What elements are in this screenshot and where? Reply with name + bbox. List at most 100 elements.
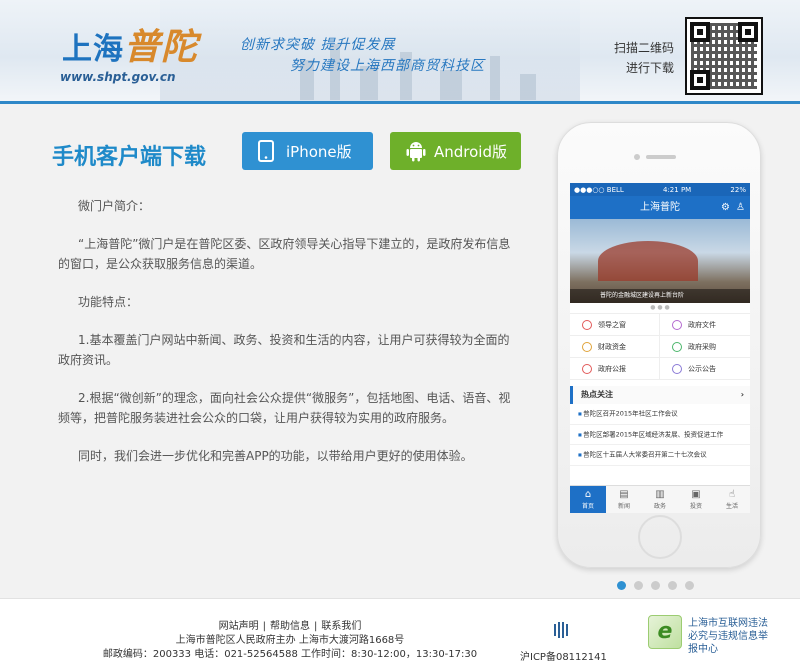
phone-menu-label: 政府公报 [598,364,626,373]
hot-topics-header: 热点关注 › [570,386,750,404]
phone-tab-label: 新闻 [617,503,630,510]
phone-menu-label: 领导之窗 [598,320,626,329]
book-icon: ▥ [655,489,665,500]
status-carrier: ●●●○○ BELL [574,185,624,194]
logo-main-text: 上海 [62,32,124,67]
footer: 网站声明 | 帮助信息 | 联系我们 上海市普陀区人民政府主办 上海市大渡河路1668号… [0,598,800,668]
qr-code-icon [685,17,763,95]
logo-url: www.shpt.gov.cn [60,70,176,84]
header-divider [0,101,800,104]
android-icon [406,142,426,162]
qr-hint-line1: 扫描二维码 [613,41,674,55]
desc-paragraph: 1.基本覆盖门户网站中新闻、政务、投资和生活的内容，让用户可获得较为全面的政府资… [58,333,510,367]
hot-topic-item: 普陀区召开2015年社区工作会议 [570,404,750,425]
phone-tab-life: ☝ 生活 [714,486,750,513]
gov-emblem-icon[interactable] [553,621,569,639]
chevron-right-icon: › [740,390,744,399]
phone-camera [634,154,640,160]
iphone-download-button[interactable]: iPhone版 [242,132,373,170]
menu-item-icon [672,341,682,352]
phone-banner: 普陀的金融城区建设再上新台阶 [570,219,750,303]
skyline-building [520,74,536,100]
menu-item-icon [582,319,592,330]
phone-screen: ●●●○○ BELL 4:21 PM 22% 上海普陀 ⚙ ♙ 普陀的金融城区建… [570,183,750,513]
footer-host: 上海市普陀区人民政府主办 上海市大渡河路1668号 [175,635,405,646]
carousel-dot[interactable] [634,581,643,590]
phone-tab-label: 生活 [725,503,738,510]
phone-menu-item: 公示公告 [660,358,750,380]
phone-tab-home: ⌂ 首页 [570,486,606,513]
phone-menu-label: 公示公告 [688,364,716,373]
android-download-button[interactable]: Android版 [390,132,521,170]
phone-status-bar: ●●●○○ BELL 4:21 PM 22% [570,183,750,196]
phone-tab-news: ▤ 新闻 [606,486,642,513]
phone-tab-label: 政务 [653,503,666,510]
carousel-dot[interactable] [668,581,677,590]
status-time: 4:21 PM [663,185,692,194]
android-download-label: Android版 [434,142,507,161]
qr-hint-line2: 进行下载 [625,61,674,75]
hot-topic-item: 普陀区部署2015年区域经济发展、投资促进工作 [570,425,750,445]
banner-dots: ● ● ● [650,304,670,311]
desc-paragraph: 微门户简介： [78,199,151,213]
report-center-icon[interactable]: e [648,615,682,649]
desc-paragraph: 2.根据“微创新”的理念，面向社会公众提供“微服务”，包括地图、电话、语音、视频… [58,391,511,425]
menu-item-icon [582,363,592,374]
phone-menu-item: 领导之窗 [570,314,660,336]
carousel-dot[interactable] [651,581,660,590]
phone-menu-item: 政府文件 [660,314,750,336]
footer-contact-info: 邮政编码：200333 电话：021-52564588 工作时间：8:30-12… [102,649,478,660]
phone-menu-item: 财政资金 [570,336,660,358]
phone-tab-invest: ▣ 投资 [678,486,714,513]
hand-icon: ☝ [728,489,736,500]
phone-speaker [646,155,676,159]
slogan-line1: 创新求突破 提升促发展 [240,37,396,53]
phone-mockup: ●●●○○ BELL 4:21 PM 22% 上海普陀 ⚙ ♙ 普陀的金融城区建… [557,122,761,568]
gear-icon: ⚙ [721,202,730,213]
phone-home-button [638,515,682,559]
briefcase-icon: ▣ [691,489,701,500]
home-icon: ⌂ [584,489,592,500]
status-battery: 22% [730,185,746,194]
phone-app-bar: 上海普陀 ⚙ ♙ [570,196,750,219]
phone-menu-label: 政府文件 [688,320,716,329]
phone-menu-label: 财政资金 [598,342,626,351]
phone-menu-grid: 领导之窗 政府文件 财政资金 政府采购 政府公报 公示公告 [570,313,750,380]
report-center-link[interactable]: 上海市互联网违法必究与违规信息举报中心 [688,617,770,656]
user-icon: ♙ [736,202,745,213]
header: 上海普陀 www.shpt.gov.cn 创新求突破 提升促发展 努力建设上海西… [0,0,800,104]
phone-tab-label: 首页 [581,503,594,510]
icp-number[interactable]: 沪ICP备08112141 [520,648,607,663]
smartphone-icon [258,140,274,162]
page-title: 手机客户端下载 [52,145,207,170]
app-description: 微门户简介： “上海普陀”微门户是在普陀区委、区政府领导关心指导下建立的，是政府… [58,196,518,484]
logo-accent-text: 普陀 [124,26,199,68]
phone-menu-item: 政府采购 [660,336,750,358]
carousel-dot[interactable] [617,581,626,590]
menu-item-icon [582,341,592,352]
menu-item-icon [672,363,682,374]
slogan-line2: 努力建设上海西部商贸科技区 [290,58,485,74]
footer-links: 网站声明 | 帮助信息 | 联系我们 [0,617,580,632]
qr-hint: 扫描二维码 进行下载 [612,38,674,78]
phone-tab-bar: ⌂ 首页 ▤ 新闻 ▥ 政务 ▣ 投资 ☝ 生活 [570,485,750,513]
desc-paragraph: 功能特点： [78,295,139,309]
menu-item-icon [672,319,682,330]
hot-topic-item: 普陀区十五届人大常委召开第二十七次会议 [570,445,750,466]
banner-caption: 普陀的金融城区建设再上新台阶 [570,289,750,303]
banner-building [598,241,698,281]
skyline-building [490,56,500,100]
site-logo[interactable]: 上海普陀 [62,18,198,70]
iphone-download-label: iPhone版 [286,142,352,161]
hot-topics-title: 热点关注 [581,390,613,399]
phone-menu-item: 政府公报 [570,358,660,380]
carousel-dots [617,581,694,590]
news-icon: ▤ [619,489,629,500]
phone-app-title: 上海普陀 [640,202,680,213]
phone-tab-label: 投资 [689,503,702,510]
desc-paragraph: “上海普陀”微门户是在普陀区委、区政府领导关心指导下建立的，是政府发布信息的窗口… [58,237,511,271]
carousel-dot[interactable] [685,581,694,590]
desc-paragraph: 同时，我们会进一步优化和完善APP的功能，以带给用户更好的使用体验。 [78,449,473,463]
phone-tab-gov: ▥ 政务 [642,486,678,513]
phone-menu-label: 政府采购 [688,342,716,351]
